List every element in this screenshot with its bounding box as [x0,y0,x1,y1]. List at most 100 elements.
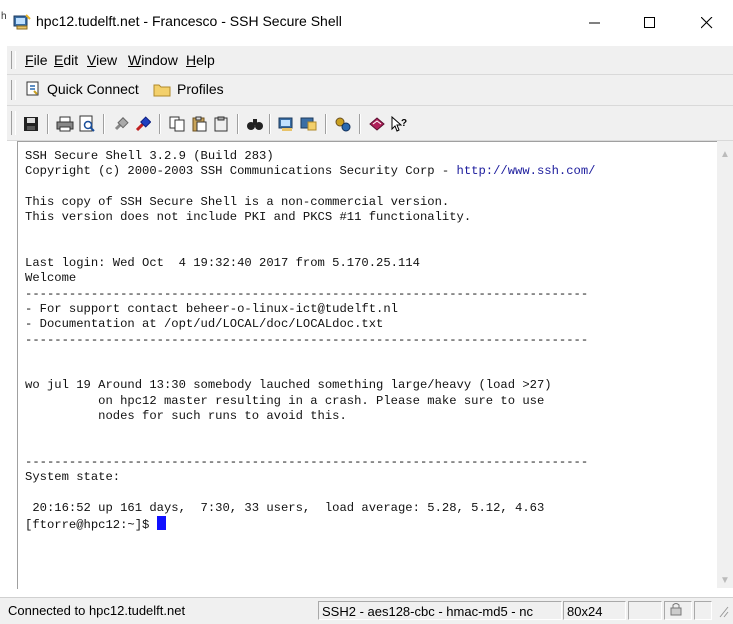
toolbar-separator [325,114,327,134]
print-button[interactable] [55,114,75,134]
settings-button[interactable] [333,114,353,134]
resize-grip-icon [719,606,729,618]
terminal-line: ----------------------------------------… [25,454,589,469]
toolbar-grip[interactable] [11,111,16,135]
terminal-output[interactable]: SSH Secure Shell 3.2.9 (Build 283) Copyri… [17,141,718,589]
menu-bar: File Edit View Window Help [7,46,733,75]
quick-connect-button[interactable]: Quick Connect [25,81,139,97]
profiles-label: Profiles [177,81,224,97]
status-bar: Connected to hpc12.tudelft.net SSH2 - ae… [0,597,733,624]
terminal-line: Copyright (c) 2000-2003 SSH Communicatio… [25,164,595,179]
status-empty-cell [694,601,712,620]
connect-button[interactable] [133,114,153,134]
svg-text:?: ? [401,118,407,129]
save-button[interactable] [21,114,41,134]
profiles-button[interactable]: Profiles [153,81,224,97]
vertical-scrollbar[interactable]: ▲ ▼ [717,141,733,588]
maximize-button[interactable] [633,8,667,38]
terminal-line: Welcome [25,271,77,286]
copy-icon [169,116,185,132]
terminal-line: Last login: Wed Oct 4 19:32:40 2017 from… [25,256,420,271]
new-file-transfer-button[interactable] [299,114,319,134]
minimize-button[interactable] [578,8,612,38]
minimize-icon [589,22,600,24]
close-icon [701,17,713,29]
plug-icon [114,117,129,131]
menu-file[interactable]: File [25,52,48,68]
floppy-save-icon [24,117,38,131]
binoculars-icon [247,119,263,130]
quick-bar-grip[interactable] [11,80,16,100]
terminal-line: wo jul 19 Around 13:30 somebody lauched … [25,378,552,393]
quick-connect-bar: Quick Connect Profiles [7,75,733,106]
connect-plug-icon [135,116,151,132]
copy-button[interactable] [167,114,187,134]
edge-char: h [1,11,7,22]
prompt-line: [ftorre@hpc12:~]$ [25,516,595,533]
menu-window[interactable]: Window [128,52,178,68]
title-bar: h hpc12.tudelft.net - Francesco - SSH Se… [0,0,733,46]
menu-edit[interactable]: Edit [54,52,78,68]
paste-button[interactable] [189,114,209,134]
quick-connect-icon [26,81,39,96]
toolbar-separator [359,114,361,134]
terminal-window-icon [278,117,293,131]
quick-connect-label: Quick Connect [47,81,139,97]
terminal-line: on hpc12 master resulting in a crash. Pl… [25,393,545,408]
close-button[interactable] [690,8,724,38]
connection-status: Connected to hpc12.tudelft.net [8,603,186,618]
ssh-website-link[interactable]: http://www.ssh.com/ [457,164,596,178]
window-title: hpc12.tudelft.net - Francesco - SSH Secu… [36,13,342,29]
toolbar-separator [159,114,161,134]
maximize-icon [644,17,655,28]
terminal-line: - For support contact beheer-o-linux-ict… [25,301,398,316]
lock-status-icon [670,603,682,616]
terminal-text: SSH Secure Shell 3.2.9 (Build 283) Copyri… [25,149,595,533]
file-transfer-icon [300,117,317,131]
folder-icon [153,84,171,96]
help-book-icon [369,117,385,131]
help-topics-button[interactable] [367,114,387,134]
paste-alt-button[interactable] [211,114,231,134]
terminal-line: - Documentation at /opt/ud/LOCAL/doc/LOC… [25,317,384,332]
terminal-cursor [156,516,166,531]
paste-icon [192,116,207,132]
print-preview-button[interactable] [77,114,97,134]
clipboard-icon [214,116,228,132]
toolbar-separator [103,114,105,134]
terminal-size-status: 80x24 [563,601,626,620]
menu-view[interactable]: View [87,52,117,68]
find-button[interactable] [245,114,265,134]
menu-bar-grip[interactable] [11,51,16,69]
terminal-line: nodes for such runs to avoid this. [25,409,347,424]
disconnect-button[interactable] [111,114,131,134]
terminal-line: This copy of SSH Secure Shell is a non-c… [25,194,450,209]
toolbar: ? [7,106,733,141]
printer-icon [56,116,74,132]
context-help-button[interactable]: ? [389,114,409,134]
menu-help[interactable]: Help [186,52,215,68]
terminal-line: This version does not include PKI and PK… [25,210,472,225]
scroll-up-arrow-icon[interactable]: ▲ [720,149,730,160]
new-terminal-button[interactable] [277,114,297,134]
terminal-line: SSH Secure Shell 3.2.9 (Build 283) [25,149,274,163]
toolbar-separator [237,114,239,134]
terminal-line: ----------------------------------------… [25,286,589,301]
status-icon-cell [664,601,692,620]
toolbar-separator [269,114,271,134]
terminal-line-text: Copyright (c) 2000-2003 SSH Communicatio… [25,164,457,179]
terminal-line: ----------------------------------------… [25,332,589,347]
resize-grip[interactable] [714,601,732,620]
cipher-status: SSH2 - aes128-cbc - hmac-md5 - nc [318,601,562,620]
print-preview-icon [79,115,95,132]
shell-prompt: [ftorre@hpc12:~]$ [25,518,157,533]
scroll-down-arrow-icon[interactable]: ▼ [720,575,730,586]
